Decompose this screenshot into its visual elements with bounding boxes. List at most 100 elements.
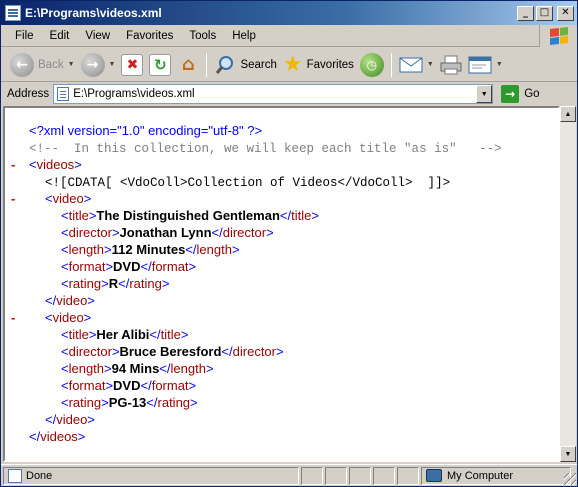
browser-window: E:\Programs\videos.xml _ □ ✕ File Edit V… — [0, 0, 578, 487]
favorites-label: Favorites — [306, 58, 354, 71]
xml-field: <format>DVD</format> — [61, 259, 197, 274]
tag-name: director — [232, 344, 276, 359]
menu-favorites[interactable]: Favorites — [118, 30, 181, 42]
forward-button[interactable]: → ▼ — [78, 51, 119, 79]
xml-video-close: </video> — [45, 412, 95, 427]
stop-button[interactable]: ✖ — [118, 51, 146, 79]
home-button[interactable]: ⌂ — [174, 51, 202, 79]
tag-name: title — [160, 327, 181, 342]
status-text-cell: Done — [3, 466, 299, 485]
vertical-scrollbar[interactable]: ▲ ▼ — [560, 106, 576, 462]
menu-view[interactable]: View — [77, 30, 118, 42]
tag-name: video — [56, 293, 88, 308]
tag-name: title — [68, 327, 89, 342]
tag-name: format — [151, 259, 189, 274]
tag-name: rating — [157, 395, 191, 410]
maximize-button[interactable]: □ — [536, 5, 553, 21]
collapse-toggle[interactable]: - — [11, 309, 15, 326]
tag-name: video — [52, 310, 84, 325]
address-input[interactable]: E:\Programs\videos.xml ▼ — [53, 84, 494, 104]
xml-field: <director>Jonathan Lynn</director> — [61, 225, 274, 240]
menu-help[interactable]: Help — [224, 30, 264, 42]
field-value: Jonathan Lynn — [119, 225, 212, 240]
windows-logo-icon — [539, 25, 577, 47]
favorites-button[interactable]: ★ Favorites — [280, 51, 357, 79]
xml-comment: <!-- In this collection, we will keep ea… — [29, 139, 558, 156]
stop-icon: ✖ — [121, 53, 144, 76]
chevron-down-icon[interactable]: ▼ — [476, 85, 493, 103]
collapse-toggle[interactable]: - — [11, 156, 15, 173]
xml-field: <director>Bruce Beresford</director> — [61, 344, 284, 359]
search-label: Search — [240, 58, 277, 71]
status-panel — [397, 466, 419, 485]
zone-text: My Computer — [447, 469, 514, 482]
xml-video-close: </video> — [45, 293, 95, 308]
go-button[interactable]: → Go — [501, 85, 540, 103]
mail-icon — [399, 57, 423, 72]
address-label: Address — [7, 88, 50, 100]
xml-root-close: </videos> — [29, 429, 86, 444]
close-button[interactable]: ✕ — [557, 5, 574, 21]
xml-cdata-text: <![CDATA[ <VdoColl>Collection of Videos<… — [45, 176, 451, 190]
chevron-down-icon[interactable]: ▼ — [427, 61, 434, 68]
tag-name: format — [68, 378, 106, 393]
mail-button[interactable]: ▼ — [396, 51, 437, 79]
search-button[interactable]: Search — [211, 51, 279, 79]
refresh-button[interactable]: ↻ — [146, 51, 174, 79]
menu-file[interactable]: File — [7, 30, 42, 42]
tag-name: director — [68, 225, 112, 240]
tag-name: length — [196, 242, 232, 257]
home-icon: ⌂ — [182, 54, 195, 75]
tag-name: format — [151, 378, 189, 393]
xml-field: <length>94 Mins</length> — [61, 361, 214, 376]
field-value: 94 Mins — [111, 361, 160, 376]
edit-page-icon — [468, 56, 492, 73]
history-button[interactable]: ◷ — [357, 51, 387, 79]
field-value: 112 Minutes — [111, 242, 186, 257]
minimize-button[interactable]: _ — [517, 5, 534, 21]
status-panel — [349, 466, 371, 485]
resize-grip[interactable] — [564, 473, 576, 485]
xml-document-icon — [5, 5, 21, 21]
title-bar[interactable]: E:\Programs\videos.xml _ □ ✕ — [1, 1, 577, 25]
field-value: DVD — [113, 378, 141, 393]
forward-arrow-icon: → — [80, 52, 105, 77]
status-text: Done — [26, 469, 53, 482]
menu-edit[interactable]: Edit — [42, 30, 78, 42]
xml-declaration: <?xml version="1.0" encoding="utf-8" ?> — [29, 122, 558, 139]
field-value: Her Alibi — [96, 327, 150, 342]
tag-name: director — [68, 344, 112, 359]
document-icon — [57, 87, 70, 101]
xml-cdata: <![CDATA[ <VdoColl>Collection of Videos<… — [29, 173, 558, 190]
scroll-down-button[interactable]: ▼ — [560, 446, 576, 462]
back-button[interactable]: ← Back ▼ — [7, 51, 78, 79]
collapse-toggle[interactable]: - — [11, 190, 15, 207]
xml-field: <format>DVD</format> — [61, 378, 197, 393]
xml-content-view[interactable]: <?xml version="1.0" encoding="utf-8" ?> <… — [3, 106, 560, 462]
window-title: E:\Programs\videos.xml — [25, 6, 162, 20]
field-value: Bruce Beresford — [119, 344, 222, 359]
menu-bar: File Edit View Favorites Tools Help — [1, 25, 577, 47]
xml-video-open: - <video> — [11, 310, 92, 325]
xml-declaration-text: <?xml version="1.0" encoding="utf-8" ?> — [29, 123, 263, 138]
chevron-down-icon[interactable]: ▼ — [68, 61, 75, 68]
printer-icon — [440, 55, 462, 74]
tag-name: length — [68, 242, 105, 257]
status-panel — [325, 466, 347, 485]
xml-field: <rating>R</rating> — [61, 276, 170, 291]
history-icon: ◷ — [359, 52, 384, 77]
tag-name: length — [170, 361, 206, 376]
toolbar-separator — [390, 52, 392, 77]
xml-field: <length>112 Minutes</length> — [61, 242, 240, 257]
tag-name: rating — [68, 276, 102, 291]
menu-tools[interactable]: Tools — [181, 30, 224, 42]
chevron-down-icon[interactable]: ▼ — [496, 61, 503, 68]
print-button[interactable] — [437, 51, 465, 79]
tag-name: videos — [36, 157, 75, 172]
scroll-up-button[interactable]: ▲ — [560, 106, 576, 122]
field-value: PG-13 — [108, 395, 147, 410]
chevron-down-icon[interactable]: ▼ — [109, 61, 116, 68]
go-label: Go — [524, 88, 540, 100]
zone-cell: My Computer — [421, 466, 571, 485]
edit-button[interactable]: ▼ — [465, 51, 506, 79]
